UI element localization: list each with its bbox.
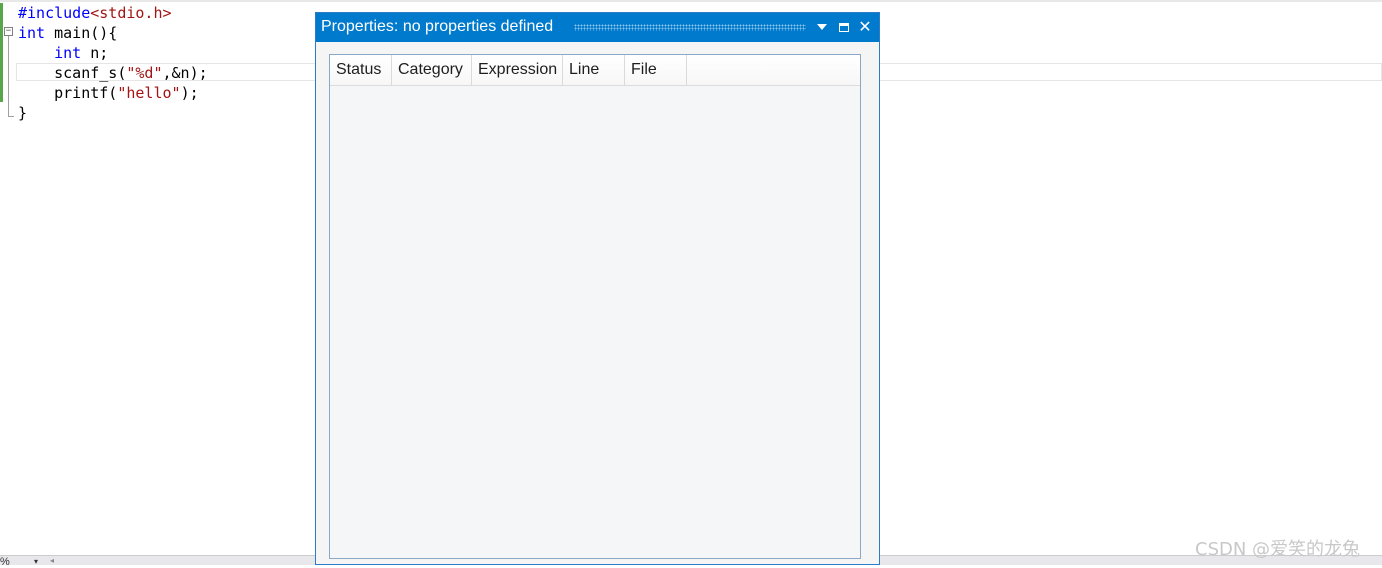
code-line[interactable]: #include<stdio.h> (18, 3, 208, 23)
code-line[interactable]: } (18, 103, 208, 123)
watermark: CSDN @爱笑的龙兔 (1195, 539, 1361, 560)
dropdown-arrow-icon (817, 24, 827, 30)
code-line[interactable]: printf("hello"); (18, 83, 208, 103)
column-header-status[interactable]: Status (330, 55, 392, 85)
keyword-token: int (54, 44, 82, 62)
properties-panel: Properties: no properties defined ✕ Stat… (315, 12, 880, 565)
code-token: n; (81, 44, 109, 62)
string-token: "hello" (117, 84, 181, 102)
code-line[interactable]: int main(){ (18, 23, 208, 43)
drag-grip[interactable] (574, 24, 806, 31)
code-token: scanf_s( (18, 64, 127, 82)
code-token: ,&n); (162, 64, 208, 82)
string-token: "%d" (126, 64, 163, 82)
list-header: Status Category Expression Line File (330, 55, 860, 86)
code-text[interactable]: #include<stdio.h> int main(){ int n; scan… (18, 3, 208, 123)
column-header-file[interactable]: File (625, 55, 687, 85)
column-header-category[interactable]: Category (392, 55, 472, 85)
code-line[interactable]: scanf_s("%d",&n); (18, 63, 208, 83)
panel-titlebar[interactable]: Properties: no properties defined ✕ (316, 13, 879, 42)
change-tracking-bar (0, 3, 3, 102)
code-token: ); (180, 84, 199, 102)
close-icon: ✕ (858, 17, 872, 36)
properties-list[interactable]: Status Category Expression Line File (329, 54, 861, 559)
column-header-expression[interactable]: Expression (472, 55, 563, 85)
scroll-left-icon[interactable]: ◂ (50, 556, 54, 565)
panel-title: Properties: no properties defined (321, 18, 554, 35)
window-position-button[interactable] (813, 17, 831, 37)
fold-guide-end (8, 116, 14, 117)
keyword-token: int (18, 24, 46, 42)
top-divider (0, 0, 1382, 2)
maximize-icon (839, 22, 849, 32)
code-line[interactable]: int n; (18, 43, 208, 63)
code-token: printf( (18, 84, 118, 102)
collapse-icon[interactable]: − (4, 27, 13, 36)
fold-guide-line (8, 36, 9, 116)
zoom-level[interactable]: % (0, 556, 10, 568)
code-token: } (18, 104, 28, 122)
maximize-button[interactable] (835, 17, 853, 37)
close-button[interactable]: ✕ (856, 17, 874, 37)
code-token: main(){ (45, 24, 118, 42)
preprocessor-token: #include (18, 4, 91, 22)
column-header-line[interactable]: Line (563, 55, 625, 85)
include-path-token: <stdio.h> (90, 4, 172, 22)
